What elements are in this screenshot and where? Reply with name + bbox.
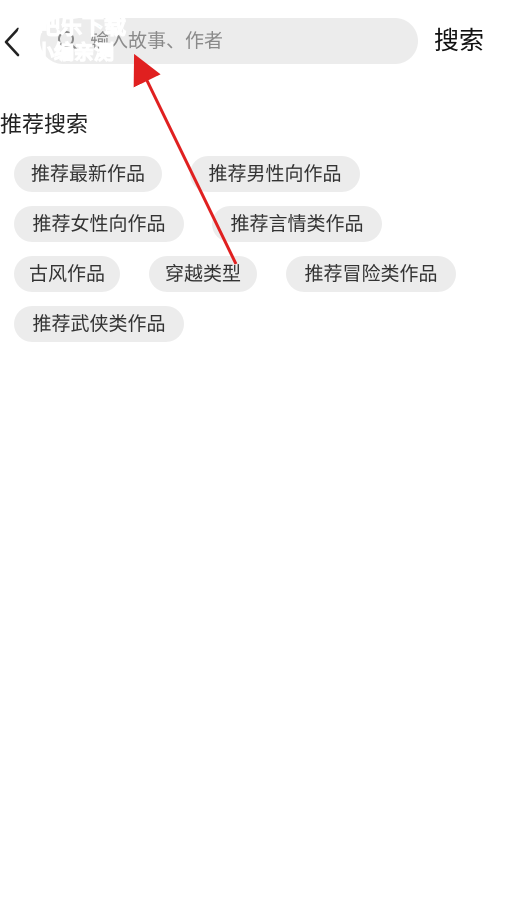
search-tag[interactable]: 推荐武侠类作品 [14, 306, 184, 342]
search-tag[interactable]: 穿越类型 [149, 256, 257, 292]
search-tag[interactable]: 推荐女性向作品 [14, 206, 184, 242]
top-bar: 搜索 [0, 0, 506, 84]
search-tag[interactable]: 古风作品 [14, 256, 120, 292]
search-tag[interactable]: 推荐男性向作品 [190, 156, 360, 192]
search-button[interactable]: 搜索 [434, 24, 484, 58]
search-input[interactable] [90, 18, 400, 64]
search-tag[interactable]: 推荐最新作品 [14, 156, 162, 192]
search-tag[interactable]: 推荐冒险类作品 [286, 256, 456, 292]
recommended-search-title: 推荐搜索 [0, 113, 89, 138]
back-arrow-icon [4, 27, 20, 57]
search-box[interactable] [40, 18, 418, 64]
search-icon [58, 31, 78, 51]
search-tag[interactable]: 推荐言情类作品 [212, 206, 382, 242]
back-button[interactable] [2, 26, 26, 58]
